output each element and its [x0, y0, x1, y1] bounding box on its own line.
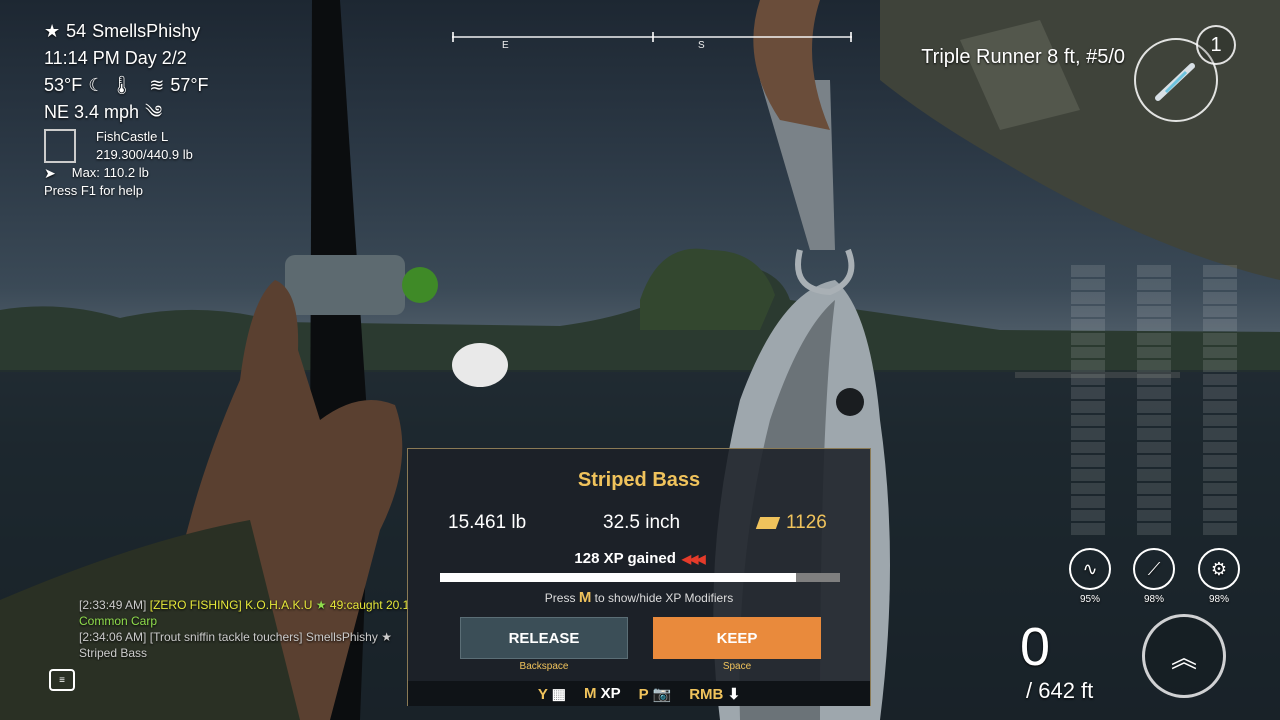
max-weight-row: ➤ Max: 110.2 lb: [44, 164, 209, 182]
line-out-count: 0: [1020, 617, 1051, 677]
hotkey-keepnet[interactable]: Y ▦: [538, 685, 566, 703]
moon-icon: ☾: [88, 75, 105, 95]
time-day: 11:14 PM Day 2/2: [44, 48, 187, 68]
compass-tick: [652, 32, 654, 42]
reel-status: ⚙ 98%: [1196, 548, 1242, 605]
hotkey-inspect[interactable]: RMB ⬇: [689, 685, 740, 703]
xp-progress-fill: [440, 573, 796, 582]
player-level-row: ★ 54 SmellsPhishy: [44, 18, 209, 45]
player-info: ★ 54 SmellsPhishy 11:14 PM Day 2/2 53°F …: [44, 18, 209, 200]
fish-money: 1126: [786, 512, 827, 533]
hotkey-key: RMB: [689, 685, 724, 703]
reel-speed-button[interactable]: ︽: [1142, 614, 1226, 698]
line-wear: 95%: [1079, 594, 1100, 605]
chat-team: [ZERO FISHING]: [149, 598, 242, 612]
chevron-up-icon: ︽: [1170, 642, 1197, 673]
keepnet-icon: ▦: [551, 685, 566, 703]
rod-count[interactable]: 1: [1196, 25, 1236, 65]
xp-progress-bar: [440, 573, 840, 582]
rod-icon: ⟋: [1133, 548, 1175, 590]
chat-player: SmellsPhishy: [305, 630, 378, 644]
hotkey-photo[interactable]: P 📷: [639, 685, 672, 703]
rod-status: ⟋ 98%: [1131, 548, 1177, 605]
chat-icon[interactable]: ≡: [49, 669, 75, 691]
fish-icon: ⬇: [727, 685, 741, 703]
keepnet-weight: 219.300/440.9 lb: [96, 147, 193, 162]
hotkey-bar: Y ▦ M XP P 📷 RMB ⬇: [408, 681, 870, 706]
reel-icon: ⚙: [1198, 548, 1240, 590]
wind-row: NE 3.4 mph ༄: [44, 99, 209, 126]
compass-tick: [850, 32, 852, 42]
fish-length: 32.5 inch: [603, 512, 681, 533]
hint-key: M: [578, 589, 592, 606]
wind-speed: NE 3.4 mph: [44, 102, 140, 122]
compass-mark-e: E: [502, 40, 509, 51]
water-temp: 57°F: [170, 75, 209, 95]
compass-tick: [452, 32, 454, 42]
player-name: SmellsPhishy: [92, 21, 201, 41]
tension-bar-1: [1071, 265, 1105, 535]
chat-player: K.O.H.A.K.U: [245, 598, 313, 612]
catch-dialog: Striped Bass 15.461 lb 32.5 inch 1126 12…: [407, 448, 871, 706]
chat-time: [2:34:06 AM]: [79, 630, 147, 644]
star-icon: ★: [315, 598, 327, 612]
hotkey-label: XP: [600, 685, 621, 702]
hint-post: to show/hide XP Modifiers: [594, 591, 734, 605]
xp-modifier-hint: Press M to show/hide XP Modifiers: [408, 589, 870, 606]
release-key-hint: Backspace: [519, 661, 569, 672]
fish-weight: 15.461 lb: [448, 512, 527, 533]
star-icon: ★: [381, 630, 392, 644]
fish-icon: ➤: [44, 165, 56, 181]
reel-wear: 98%: [1208, 594, 1229, 605]
xp-gained-row: 128 XP gained ◀◀◀: [408, 550, 870, 567]
help-hint: Press F1 for help: [44, 183, 143, 198]
tension-bar-2: [1137, 265, 1171, 535]
rod-wear: 98%: [1143, 594, 1164, 605]
compass-mark-s: S: [698, 40, 705, 51]
tension-bar-3: [1203, 265, 1237, 535]
release-button[interactable]: RELEASE: [460, 617, 628, 659]
chat-team: [Trout sniffin tackle touchers]: [149, 630, 303, 644]
hotkey-xp[interactable]: M XP: [584, 685, 621, 702]
fish-value: 1126: [755, 512, 827, 534]
air-temp: 53°F: [44, 75, 83, 95]
max-weight: Max: 110.2 lb: [71, 165, 149, 180]
hotkey-key: M: [583, 685, 597, 702]
fish-species: Striped Bass: [577, 469, 701, 491]
hint-pre: Press: [544, 591, 576, 605]
line-length: / 642 ft: [1026, 678, 1094, 703]
keepnet-name: FishCastle L: [96, 129, 169, 144]
arrow-left-icon: ◀◀◀: [681, 552, 706, 566]
thermometer-icon: 🌡: [110, 75, 134, 95]
money-icon: [755, 517, 781, 529]
xp-gained: 128 XP gained: [574, 550, 676, 567]
keepnet-icon: [44, 129, 76, 163]
keepnet-row: FishCastle L 219.300/440.9 lb: [44, 128, 209, 164]
hotkey-key: Y: [537, 685, 548, 703]
compass-bar: E S: [452, 32, 852, 51]
tackle-name: Triple Runner 8 ft, #5/0: [921, 46, 1125, 68]
wind-icon: ༄: [145, 102, 163, 122]
hotkey-key: P: [638, 685, 649, 703]
water-wave-icon: ≋: [149, 75, 165, 95]
chat-text: 49:caught 20.1: [329, 598, 410, 612]
star-icon: ★: [44, 21, 61, 41]
line-icon: ∿: [1069, 548, 1111, 590]
keep-button[interactable]: KEEP: [653, 617, 821, 659]
chat-time: [2:33:49 AM]: [79, 598, 147, 612]
line-status: ∿ 95%: [1067, 548, 1113, 605]
keep-key-hint: Space: [722, 661, 752, 672]
player-level: 54: [66, 21, 87, 41]
camera-icon: 📷: [652, 685, 672, 703]
temperature-row: 53°F ☾ 🌡 ≋ 57°F: [44, 72, 209, 99]
